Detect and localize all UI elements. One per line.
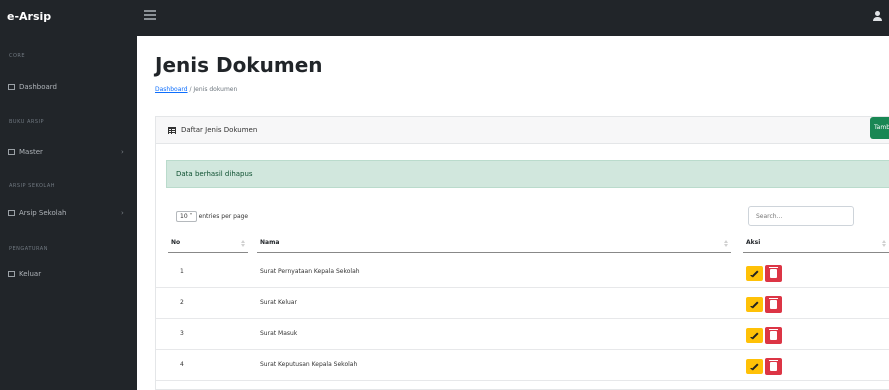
pencil-icon — [751, 301, 759, 309]
sidebar-item-master[interactable]: Master › — [0, 143, 137, 161]
edit-button[interactable] — [746, 359, 763, 374]
sidebar-item-label: Master — [19, 148, 43, 156]
table-row: 4 Surat Keputusan Kepala Sekolah — [156, 350, 889, 381]
row-name: Surat Masuk — [260, 330, 298, 337]
row-number: 2 — [180, 299, 184, 306]
sort-icon — [724, 238, 728, 247]
row-number: 1 — [180, 268, 184, 275]
alert-message: Data berhasil dihapus — [176, 170, 253, 178]
table-row: 1 Surat Pernyataan Kepala Sekolah — [156, 257, 889, 288]
topbar: e-Arsip — [0, 0, 889, 36]
card-header: Daftar Jenis Dokumen Tambah — [156, 117, 889, 144]
trash-icon — [769, 329, 778, 340]
sidebar-item-keluar[interactable]: Keluar — [0, 265, 137, 283]
edit-button[interactable] — [746, 328, 763, 343]
chevron-down-icon: › — [121, 148, 124, 156]
page-title: Jenis Dokumen — [155, 53, 323, 77]
table-row: 2 Surat Keluar — [156, 288, 889, 319]
trash-icon — [769, 360, 778, 371]
delete-button[interactable] — [765, 327, 782, 344]
row-number: 4 — [180, 361, 184, 368]
edit-button[interactable] — [746, 297, 763, 312]
delete-button[interactable] — [765, 265, 782, 282]
sort-icon — [241, 238, 245, 247]
table-icon — [168, 127, 176, 134]
row-number: 3 — [180, 330, 184, 337]
entries-select-value: 10 — [180, 213, 188, 220]
sidebar-item-dashboard[interactable]: Dashboard — [0, 78, 137, 96]
column-header-label: No — [171, 239, 181, 246]
delete-button[interactable] — [765, 296, 782, 313]
table-row: 3 Surat Masuk — [156, 319, 889, 350]
add-button[interactable]: Tambah — [870, 117, 889, 139]
column-header-label: Aksi — [746, 239, 761, 246]
breadcrumb-link-dashboard[interactable]: Dashboard — [155, 86, 188, 93]
sidebar-item-arsip-sekolah[interactable]: Arsip Sekolah › — [0, 204, 137, 222]
column-header-label: Nama — [260, 239, 280, 246]
sidebar-heading-core: CORE — [9, 53, 26, 59]
breadcrumb-current: / Jenis dokumen — [189, 86, 238, 93]
sidebar-item-label: Arsip Sekolah — [19, 209, 67, 217]
folder-icon — [8, 149, 15, 155]
logout-icon — [8, 271, 15, 277]
breadcrumb: Dashboard / Jenis dokumen — [155, 86, 237, 93]
row-name: Surat Keputusan Kepala Sekolah — [260, 361, 358, 368]
sidebar-heading-pengaturan: PENGATURAN — [9, 246, 48, 252]
column-header-no[interactable]: No — [168, 233, 248, 253]
entries-per-page: 10 ˅ entries per page — [176, 211, 248, 222]
archive-icon — [8, 210, 15, 216]
user-icon[interactable] — [873, 11, 883, 23]
success-alert: Data berhasil dihapus — [166, 160, 889, 188]
pencil-icon — [751, 270, 759, 278]
trash-icon — [769, 298, 778, 309]
main-content: Jenis Dokumen Dashboard / Jenis dokumen … — [137, 36, 889, 390]
trash-icon — [769, 267, 778, 278]
pencil-icon — [751, 332, 759, 340]
edit-button[interactable] — [746, 266, 763, 281]
column-header-nama[interactable]: Nama — [257, 233, 731, 253]
sidebar-heading-buku-arsip: BUKU ARSIP — [9, 119, 45, 125]
sidebar-item-label: Keluar — [19, 270, 42, 278]
sort-icon — [882, 238, 886, 247]
delete-button[interactable] — [765, 358, 782, 375]
chevron-down-icon: › — [121, 209, 124, 217]
row-name: Surat Keluar — [260, 299, 297, 306]
brand-logo[interactable]: e-Arsip — [7, 10, 51, 23]
card-title: Daftar Jenis Dokumen — [181, 126, 258, 134]
search-input[interactable] — [748, 206, 854, 226]
column-header-aksi[interactable]: Aksi — [743, 233, 889, 253]
pencil-icon — [751, 363, 759, 371]
row-name: Surat Pernyataan Kepala Sekolah — [260, 268, 360, 275]
dashboard-icon — [8, 84, 15, 90]
entries-label: entries per page — [198, 213, 249, 220]
sidebar-item-label: Dashboard — [19, 83, 57, 91]
sidebar-toggle-icon[interactable] — [144, 10, 156, 20]
sidebar-heading-arsip-sekolah: ARSIP SEKOLAH — [9, 183, 56, 189]
entries-select[interactable]: 10 ˅ — [176, 211, 197, 222]
sidebar: CORE Dashboard BUKU ARSIP Master › ARSIP… — [0, 36, 137, 390]
document-type-card: Daftar Jenis Dokumen Tambah Data berhasi… — [155, 116, 889, 390]
